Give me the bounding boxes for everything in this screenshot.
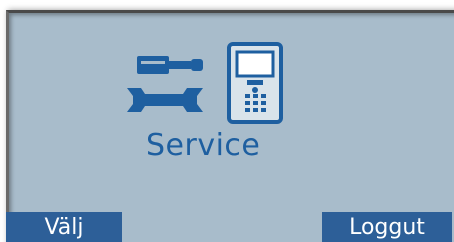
payment-terminal-icon xyxy=(227,42,287,124)
screen-title: Service xyxy=(146,128,261,163)
select-softkey-button[interactable]: Välj xyxy=(6,212,122,242)
logout-softkey-button[interactable]: Loggut xyxy=(322,212,452,242)
tools-icon xyxy=(125,42,215,122)
device-frame: Service Välj Loggut xyxy=(0,0,454,242)
